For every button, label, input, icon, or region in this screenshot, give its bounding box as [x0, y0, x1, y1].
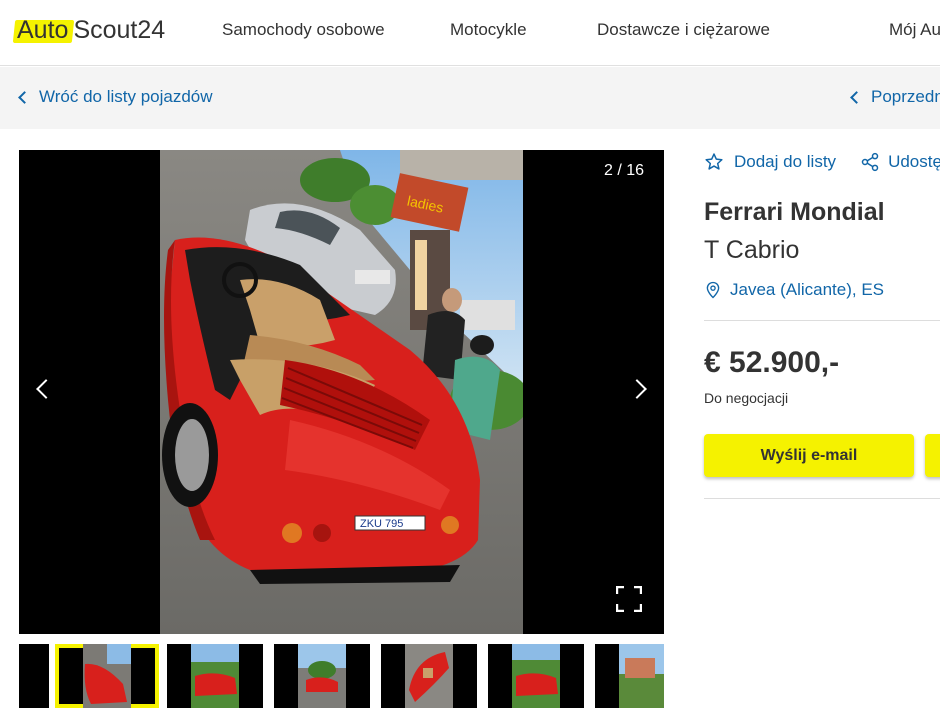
chevron-left-icon [18, 90, 31, 104]
main-car-photo[interactable]: ladies ZKU 795 [160, 150, 523, 634]
nav-my-account[interactable]: Mój Au [889, 20, 940, 40]
divider [704, 498, 940, 499]
thumbnail-6[interactable] [488, 644, 584, 708]
add-to-list-button[interactable]: Dodaj do listy [734, 152, 836, 172]
image-counter: 2 / 16 [603, 162, 644, 179]
location-label: Javea (Alicante), ES [730, 280, 885, 299]
divider [704, 320, 940, 321]
nav-motorcycles[interactable]: Motocykle [450, 20, 527, 40]
nav-vans-trucks[interactable]: Dostawcze i ciężarowe [597, 20, 770, 40]
previous-vehicle-link[interactable]: Poprzedn [850, 87, 940, 107]
thumbnail-strip [19, 644, 664, 708]
chevron-left-icon [850, 90, 863, 104]
send-email-button[interactable]: Wyślij e-mail [704, 434, 914, 477]
navigation-bar: Wróć do listy pojazdów Poprzedn [0, 67, 940, 129]
site-header: Auto Scout24 Samochody osobowe Motocykle… [0, 0, 940, 66]
thumbnail-5[interactable] [381, 644, 477, 708]
previous-image-arrow-icon[interactable] [36, 379, 56, 399]
nav-cars[interactable]: Samochody osobowe [222, 20, 385, 40]
location-pin-icon [706, 281, 720, 299]
logo-auto-text: Auto [17, 15, 69, 44]
thumbnail-1[interactable] [19, 644, 49, 708]
vehicle-title: Ferrari Mondial [704, 198, 885, 226]
license-plate-text: ZKU 795 [360, 518, 403, 530]
price-negotiable-label: Do negocjacji [704, 390, 789, 406]
send-email-label: Wyślij e-mail [760, 446, 858, 464]
listing-actions: Dodaj do listy Udostę [704, 152, 940, 172]
thumbnail-3[interactable] [167, 644, 263, 708]
thumbnail-4[interactable] [274, 644, 370, 708]
image-gallery[interactable]: ladies ZKU 795 2 / 16 [19, 150, 664, 634]
back-to-list-link[interactable]: Wróć do listy pojazdów [18, 87, 213, 107]
vehicle-subtitle: T Cabrio [704, 236, 800, 264]
share-icon[interactable] [860, 152, 880, 172]
thumbnail-7[interactable] [595, 644, 664, 708]
vehicle-location[interactable]: Javea (Alicante), ES [704, 280, 884, 300]
vehicle-price: € 52.900,- [704, 346, 840, 379]
fullscreen-icon[interactable] [616, 586, 642, 612]
share-button[interactable]: Udostę [888, 152, 940, 172]
previous-vehicle-label: Poprzedn [871, 87, 940, 106]
logo-scout-text: Scout24 [73, 15, 166, 44]
star-icon[interactable] [704, 152, 724, 172]
autoscout24-logo[interactable]: Auto Scout24 [12, 13, 166, 47]
call-button[interactable] [925, 434, 940, 477]
back-to-list-label: Wróć do listy pojazdów [39, 87, 213, 106]
next-image-arrow-icon[interactable] [627, 379, 647, 399]
thumbnail-2[interactable] [55, 644, 159, 708]
